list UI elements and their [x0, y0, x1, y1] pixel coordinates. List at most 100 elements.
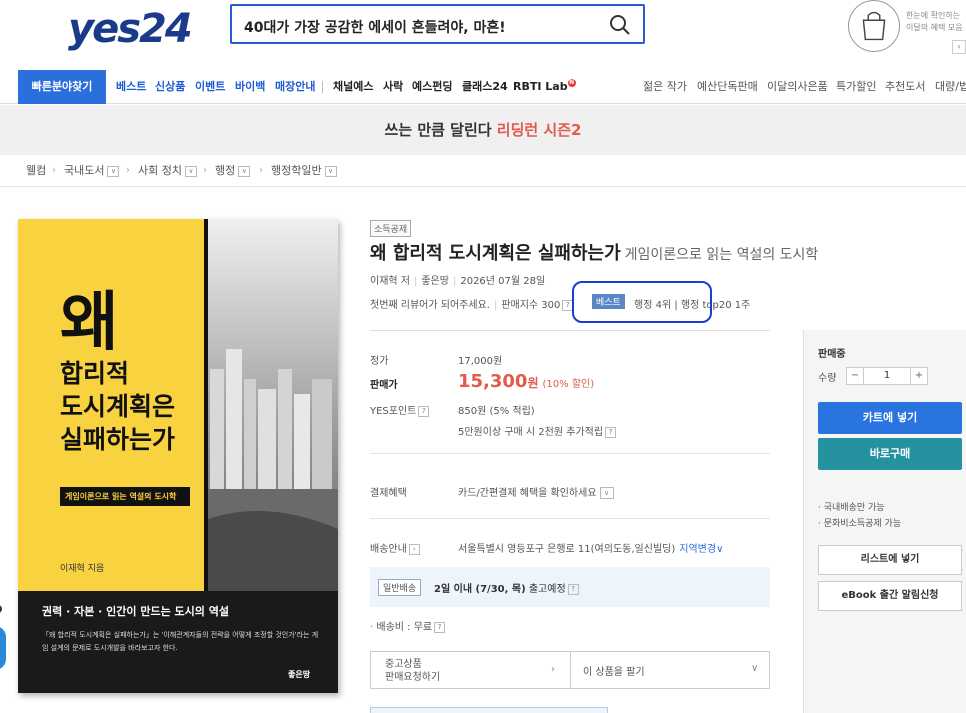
sale-price-value: 15,300	[458, 371, 528, 392]
cover-city-photo	[208, 219, 338, 591]
chevron-right-icon: ›	[259, 165, 263, 176]
shipping-eta-rest: 출고예정	[525, 584, 566, 595]
search-input[interactable]: 40대가 가장 공감한 에세이 흔들려야, 마흔!	[230, 4, 645, 44]
domestic-only-note: · 국내배송만 가능	[818, 503, 885, 513]
point-extra: 5만원이상 구매 시 2천원 추가적립?	[458, 423, 617, 438]
sell-this-product[interactable]: 이 상품을 팔기	[583, 663, 645, 678]
cover-author: 이재혁 지음	[60, 564, 105, 574]
quantity-decrease-button[interactable]: −	[846, 367, 864, 385]
divider	[370, 330, 770, 331]
main-nav: 빠른분야찾기 베스트 신상품 이벤트 바이백 매장안내 채널예스 사락 예스펀딩…	[0, 70, 966, 104]
yes24-logo[interactable]: yes24	[68, 6, 193, 52]
used-product-box: 중고상품 판매요청하기 › 이 상품을 팔기 ∨	[370, 651, 770, 689]
breadcrumb: 웰컴 › 국내도서 ∨ › 사회 정치 ∨ › 행정 ∨ › 행정학일반 ∨	[0, 155, 966, 187]
chevron-down-icon[interactable]: ∨	[324, 165, 337, 177]
nav-item-gift[interactable]: 이달의사은품	[767, 70, 828, 104]
breadcrumb-label: 사회 정치	[138, 164, 182, 177]
chevron-right-icon[interactable]: ›	[408, 543, 420, 555]
quick-category-button[interactable]: 빠른분야찾기	[18, 70, 106, 104]
search-query[interactable]: 40대가 가장 공감한 에세이 흔들려야, 마흔!	[244, 17, 506, 37]
breadcrumb-label: 국내도서	[64, 164, 105, 177]
ebook-alert-button[interactable]: eBook 출간 알림신청	[818, 581, 962, 611]
cover-publisher: 좋은땅	[288, 670, 311, 679]
book-meta: 이재혁 저 | 좋은땅 | 2026년 07월 28일	[370, 272, 545, 287]
nav-item-special-sale[interactable]: 특가할인	[836, 70, 876, 104]
divider	[570, 652, 571, 688]
add-to-list-button[interactable]: 리스트에 넣기	[818, 545, 962, 575]
shipping-eta: 2일 이내 (7/30, 목) 출고예정?	[434, 580, 579, 595]
nav-item-recommend[interactable]: 추천도서	[885, 70, 925, 104]
shipping-address: 서울특별시 영등포구 은행로 11(여의도동,일신빌딩) 지역변경∨	[458, 540, 723, 555]
address-text: 서울특별시 영등포구 은행로 11(여의도동,일신빌딩)	[458, 544, 676, 555]
nav-item-bulk[interactable]: 대량/법	[935, 70, 966, 104]
benefit-note[interactable]: 한눈에 확인하는 이달의 혜택 모음	[906, 10, 966, 34]
breadcrumb-society[interactable]: 사회 정치 ∨	[138, 155, 197, 187]
nav-item-funding[interactable]: 예스펀딩	[412, 70, 452, 104]
book-cover-image[interactable]: 왜 합리적 도시계획은 실패하는가 게임이론으로 읽는 역설의 도시학 이재혁 …	[18, 219, 338, 693]
nav-item-channelyes[interactable]: 채널예스	[333, 70, 373, 104]
book-title: 왜 합리적 도시계획은 실패하는가	[370, 243, 621, 264]
help-icon[interactable]: ?	[418, 405, 430, 417]
chevron-right-icon: ›	[203, 165, 207, 176]
chevron-left-icon[interactable]: ‹	[952, 40, 966, 54]
nav-item-rbti[interactable]: RBTI LabN	[513, 70, 576, 104]
used-sell-request[interactable]: 중고상품 판매요청하기	[385, 658, 440, 684]
nav-item-best[interactable]: 베스트	[116, 70, 146, 104]
payment-benefit[interactable]: 카드/간편결제 혜택을 확인하세요 ∨	[458, 484, 614, 499]
nav-item-new[interactable]: 신상품	[155, 70, 185, 104]
cover-tagline: 권력 · 자본 · 인간이 만드는 도시의 역설	[42, 605, 229, 618]
banner-text: 쓰는 만큼 달린다	[384, 121, 497, 139]
add-to-cart-button[interactable]: 카트에 넣기	[818, 402, 962, 434]
breadcrumb-domestic[interactable]: 국내도서 ∨	[64, 155, 120, 187]
breadcrumb-admin-general[interactable]: 행정학일반 ∨	[271, 155, 337, 187]
cart-icon[interactable]	[848, 0, 900, 52]
promo-banner[interactable]: 쓰는 만큼 달린다 리딩런 시즌2	[0, 105, 966, 155]
chevron-down-icon[interactable]: ∨	[184, 165, 197, 177]
new-badge: N	[567, 79, 576, 87]
list-price-value: 17,000원	[458, 356, 503, 367]
chevron-down-icon[interactable]: ∨	[107, 165, 120, 177]
quantity-input[interactable]: 1	[864, 367, 910, 385]
breadcrumb-home[interactable]: 웰컴	[26, 155, 46, 187]
publish-date: 2026년 07월 28일	[460, 276, 546, 287]
nav-divider	[322, 81, 323, 93]
sale-price-unit: 원	[527, 376, 539, 390]
shipping-label-text: 배송안내	[370, 544, 407, 555]
nav-item-sarak[interactable]: 사락	[383, 70, 403, 104]
nav-item-store[interactable]: 매장안내	[275, 70, 315, 104]
shipping-label: 배송안내 ›	[370, 540, 420, 555]
search-icon[interactable]	[609, 14, 631, 36]
buy-now-button[interactable]: 바로구매	[818, 438, 962, 470]
help-icon[interactable]: ?	[434, 621, 446, 633]
help-icon[interactable]: ?	[605, 426, 617, 438]
region-change-link[interactable]: 지역변경∨	[679, 544, 723, 555]
nav-item-young-author[interactable]: 젊은 작가	[643, 70, 687, 104]
chevron-down-icon[interactable]: ∨	[751, 663, 758, 674]
breadcrumb-label: 행정학일반	[271, 164, 322, 177]
chevron-down-icon[interactable]: ∨	[238, 165, 251, 177]
breadcrumb-label: 행정	[215, 164, 236, 177]
list-price-label: 정가	[370, 356, 389, 367]
chevron-down-icon[interactable]: ∨	[599, 487, 614, 499]
side-floating-button[interactable]	[0, 626, 6, 670]
cover-subtitle: 게임이론으로 읽는 역설의 도시학	[60, 487, 190, 506]
buy-notes: · 국내배송만 가능 · 문화비소득공제 가능	[818, 500, 901, 532]
divider	[370, 453, 770, 454]
highlight-annotation	[572, 281, 712, 323]
sale-status: 판매중	[818, 349, 846, 360]
shipping-type-badge: 일반배송	[378, 579, 422, 596]
book-subtitle: 게임이론으로 읽는 역설의 도시학	[624, 247, 819, 263]
help-icon[interactable]: ?	[567, 583, 579, 595]
review-prompt[interactable]: 첫번째 리뷰어가 되어주세요.	[370, 300, 490, 311]
nav-item-event[interactable]: 이벤트	[195, 70, 225, 104]
nav-item-buyback[interactable]: 바이백	[235, 70, 265, 104]
banner-highlight: 리딩런 시즌2	[496, 121, 582, 139]
chevron-right-icon[interactable]: ›	[551, 664, 555, 675]
cover-title-big: 왜	[60, 286, 119, 360]
breadcrumb-admin[interactable]: 행정 ∨	[215, 155, 251, 187]
author-link[interactable]: 이재혁 저	[370, 276, 410, 287]
quantity-increase-button[interactable]: +	[910, 367, 928, 385]
nav-item-class24[interactable]: 클래스24	[462, 70, 508, 104]
nav-item-exclusive[interactable]: 예산단독판매	[697, 70, 758, 104]
publisher-link[interactable]: 좋은땅	[421, 276, 449, 287]
